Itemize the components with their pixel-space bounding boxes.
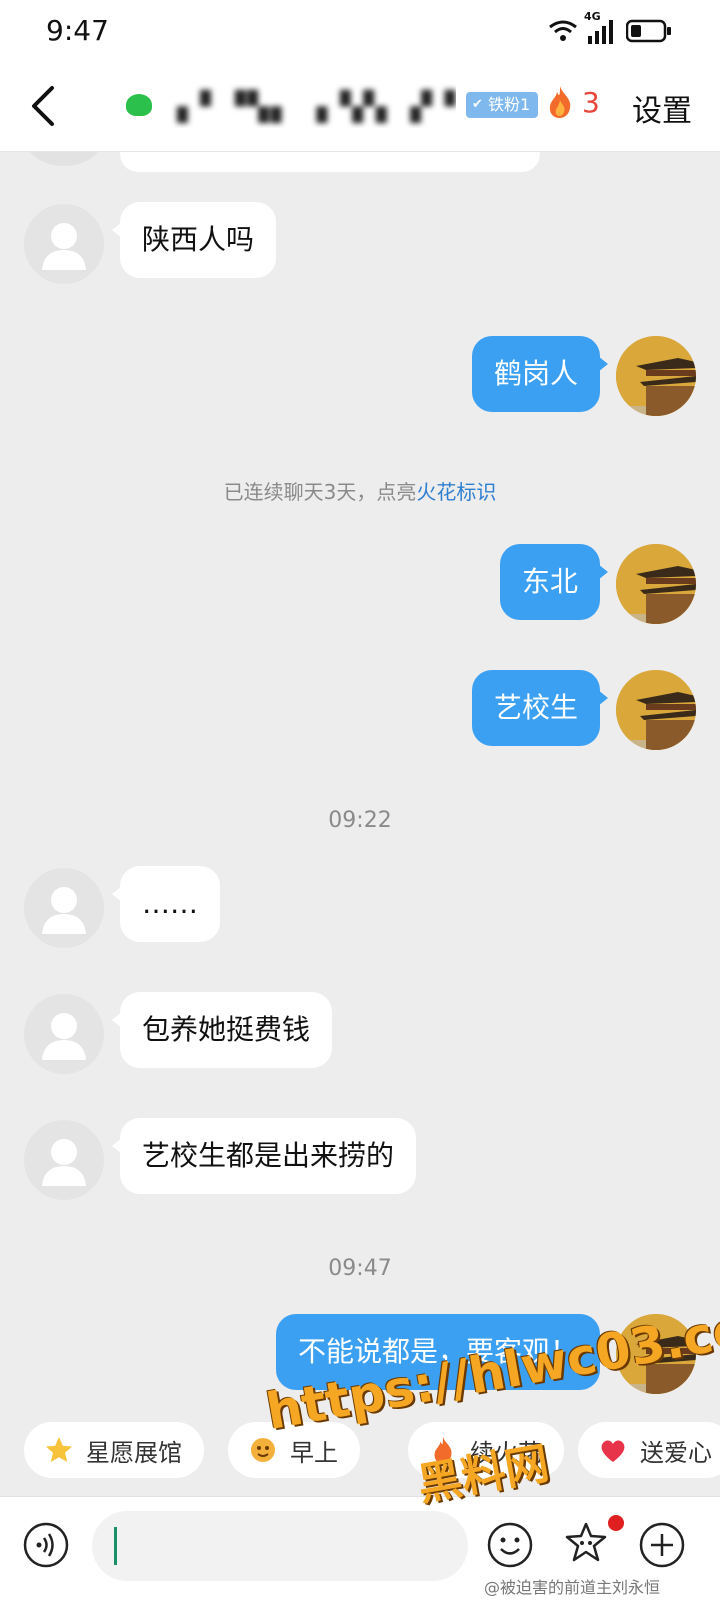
quick-tag-label: 早上 xyxy=(290,1438,338,1467)
message-bubble[interactable] xyxy=(120,152,540,172)
status-icons: 4G xyxy=(548,10,672,48)
quick-tag-label: 星愿展馆 xyxy=(86,1438,182,1467)
message-bubble-me[interactable]: 东北 xyxy=(499,544,609,620)
pagoda-avatar-icon xyxy=(616,336,696,416)
message-bubble-other[interactable]: 包养她挺费钱 xyxy=(111,992,333,1068)
heart-icon xyxy=(601,1440,625,1462)
chat-area[interactable]: 陕西人吗 鹤岗人 已连续聊天3天，点亮火花标识 东北 艺校生 09:22 …… … xyxy=(0,152,720,1410)
contact-name[interactable]: ▗ ▘▝▚▖ ▗▝▞▖ ▞ ▘▚▝ xyxy=(126,84,456,128)
other-avatar[interactable] xyxy=(24,994,104,1074)
pagoda-avatar-icon xyxy=(616,544,696,624)
battery-icon xyxy=(625,19,672,47)
my-avatar[interactable] xyxy=(616,544,696,624)
my-avatar[interactable] xyxy=(616,670,696,750)
pagoda-avatar-icon xyxy=(616,670,696,750)
network-type: 4G xyxy=(584,10,601,23)
contact-name-text: ▗ ▘▝▚▖ ▗▝▞▖ ▞ ▘▚▝ xyxy=(166,90,456,123)
default-avatar-icon xyxy=(42,887,86,934)
sticker-icon[interactable] xyxy=(562,1521,610,1569)
fan-badge[interactable]: 铁粉1 xyxy=(466,92,539,118)
message-bubble-other[interactable]: …… xyxy=(112,866,220,942)
text-caret xyxy=(114,1527,117,1565)
message-bubble-other[interactable]: 艺校生都是出来捞的 xyxy=(111,1118,417,1194)
quick-tag-label: 送爱心 xyxy=(640,1438,712,1467)
notification-dot xyxy=(608,1515,624,1531)
other-avatar[interactable] xyxy=(24,204,104,284)
fire-icon[interactable] xyxy=(546,84,574,120)
message-bubble-me[interactable]: 鹤岗人 xyxy=(471,336,609,412)
emoji-icon[interactable] xyxy=(486,1521,534,1569)
message-input[interactable] xyxy=(92,1511,468,1581)
spark-badge-link[interactable]: 火花标识 xyxy=(416,480,496,504)
other-avatar[interactable] xyxy=(24,868,104,948)
chat-header: ▗ ▘▝▚▖ ▗▝▞▖ ▞ ▘▚▝ 铁粉1 3 设置 xyxy=(0,64,720,152)
default-avatar-icon xyxy=(42,223,86,270)
other-avatar[interactable] xyxy=(24,1120,104,1200)
fire-count: 3 xyxy=(582,86,600,119)
timestamp: 09:22 xyxy=(328,808,392,833)
signal-icon: 4G xyxy=(584,10,618,48)
wifi-icon xyxy=(548,19,578,47)
back-button[interactable] xyxy=(18,78,74,134)
my-avatar[interactable] xyxy=(616,336,696,416)
system-notice: 已连续聊天3天，点亮火花标识 xyxy=(0,476,720,505)
default-avatar-icon xyxy=(42,1013,86,1060)
star-icon xyxy=(46,1437,72,1462)
quick-tag-star-gallery[interactable]: 星愿展馆 xyxy=(24,1422,204,1478)
voice-icon[interactable] xyxy=(22,1521,70,1569)
quick-tag-send-love[interactable]: 送爱心 xyxy=(578,1422,720,1478)
system-notice-text: 已连续聊天3天，点亮 xyxy=(223,480,417,504)
settings-button[interactable]: 设置 xyxy=(632,86,692,130)
status-bar: 9:47 4G xyxy=(0,0,720,64)
chevron-left-icon xyxy=(32,86,54,126)
status-time: 9:47 xyxy=(46,14,109,47)
timestamp: 09:47 xyxy=(328,1256,392,1281)
message-bubble-me[interactable]: 艺校生 xyxy=(471,670,609,746)
online-status-icon xyxy=(126,94,152,116)
message-bubble-other[interactable]: 陕西人吗 xyxy=(111,202,277,278)
default-avatar-icon xyxy=(42,1139,86,1186)
watermark-credit: @被迫害的前道主刘永恒 xyxy=(484,1578,661,1597)
avatar[interactable] xyxy=(24,152,104,166)
plus-icon[interactable] xyxy=(638,1521,686,1569)
